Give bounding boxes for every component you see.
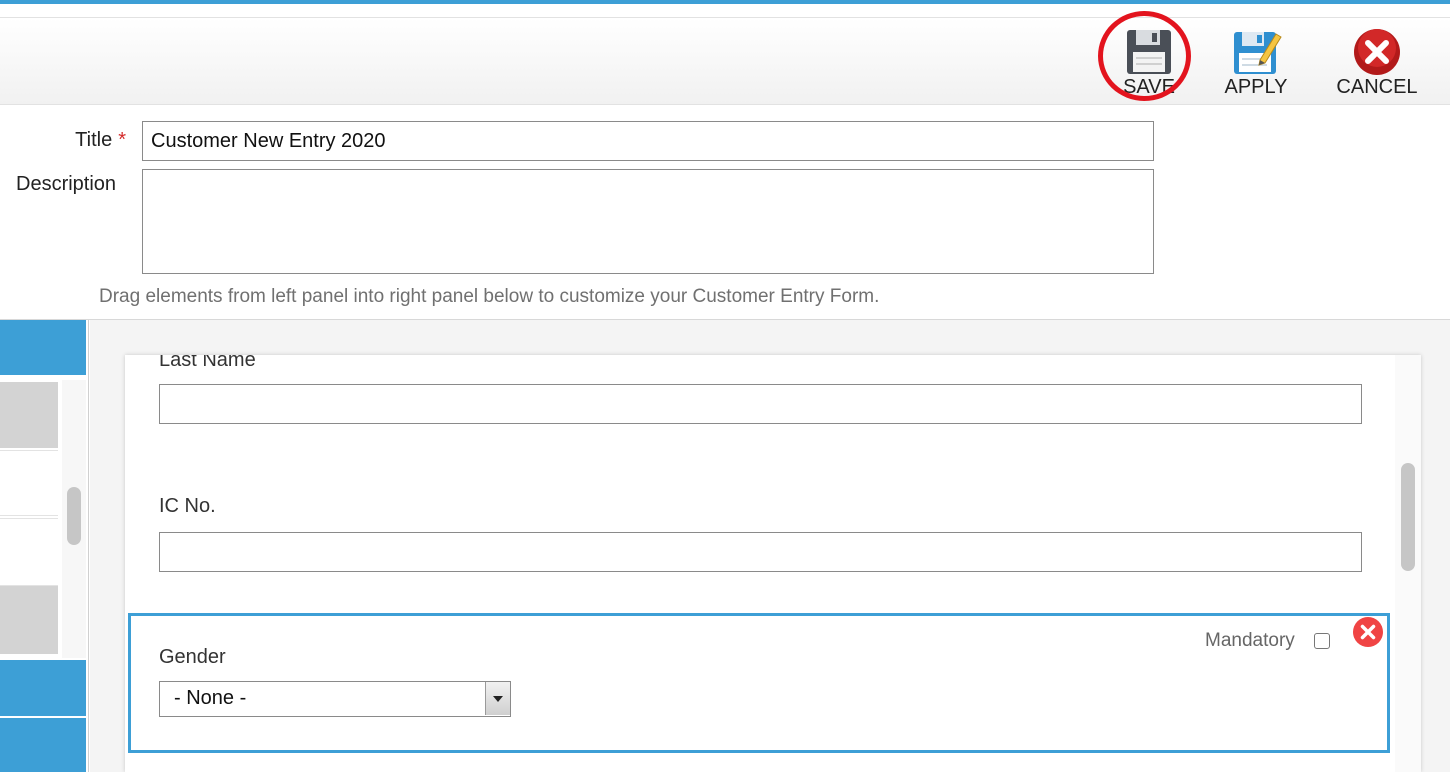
form-canvas: Last Name IC No. Mandatory Gender - None… bbox=[125, 355, 1421, 772]
mandatory-checkbox[interactable] bbox=[1314, 633, 1330, 649]
field-label-last-name: Last Name bbox=[159, 355, 256, 371]
form-scrollbar-thumb[interactable] bbox=[1401, 463, 1415, 571]
floppy-disk-edit-icon bbox=[1234, 32, 1282, 74]
mandatory-label: Mandatory bbox=[1205, 630, 1295, 651]
remove-x-icon[interactable] bbox=[1352, 616, 1384, 648]
chevron-down-icon[interactable] bbox=[485, 682, 510, 715]
title-label: Title * bbox=[75, 129, 126, 151]
field-label-ic-no: IC No. bbox=[159, 495, 216, 517]
save-button[interactable]: SAVE bbox=[1107, 18, 1191, 104]
apply-label: APPLY bbox=[1224, 76, 1288, 98]
required-mark: * bbox=[118, 129, 126, 151]
palette-item[interactable] bbox=[0, 518, 58, 586]
palette-item[interactable] bbox=[0, 586, 58, 654]
ic-no-input[interactable] bbox=[159, 532, 1362, 572]
palette-scrollbar-thumb[interactable] bbox=[67, 487, 81, 545]
field-label-gender: Gender bbox=[159, 646, 226, 668]
last-name-input[interactable] bbox=[159, 384, 1362, 424]
element-palette bbox=[0, 320, 89, 772]
toolbar: SAVE APPLY CANCEL bbox=[0, 17, 1450, 105]
palette-header[interactable] bbox=[0, 320, 86, 375]
top-accent-bar bbox=[0, 0, 1450, 4]
cancel-label: CANCEL bbox=[1336, 76, 1418, 98]
palette-item[interactable] bbox=[0, 450, 58, 516]
description-label: Description bbox=[16, 173, 117, 195]
cancel-button[interactable]: CANCEL bbox=[1330, 18, 1424, 104]
save-label: SAVE bbox=[1123, 76, 1175, 98]
selected-field-gender[interactable]: Mandatory Gender - None - bbox=[128, 613, 1390, 753]
title-input[interactable] bbox=[142, 121, 1154, 161]
gender-select[interactable]: - None - bbox=[159, 681, 511, 717]
palette-group-header[interactable] bbox=[0, 660, 86, 716]
builder-hint: Drag elements from left panel into right… bbox=[99, 286, 880, 307]
gender-select-value: - None - bbox=[174, 687, 247, 709]
cancel-x-icon bbox=[1354, 29, 1400, 75]
apply-button[interactable]: APPLY bbox=[1213, 18, 1299, 104]
description-input[interactable] bbox=[142, 169, 1154, 274]
palette-group-header[interactable] bbox=[0, 718, 86, 772]
floppy-disk-icon bbox=[1127, 30, 1171, 74]
palette-item[interactable] bbox=[0, 382, 58, 448]
